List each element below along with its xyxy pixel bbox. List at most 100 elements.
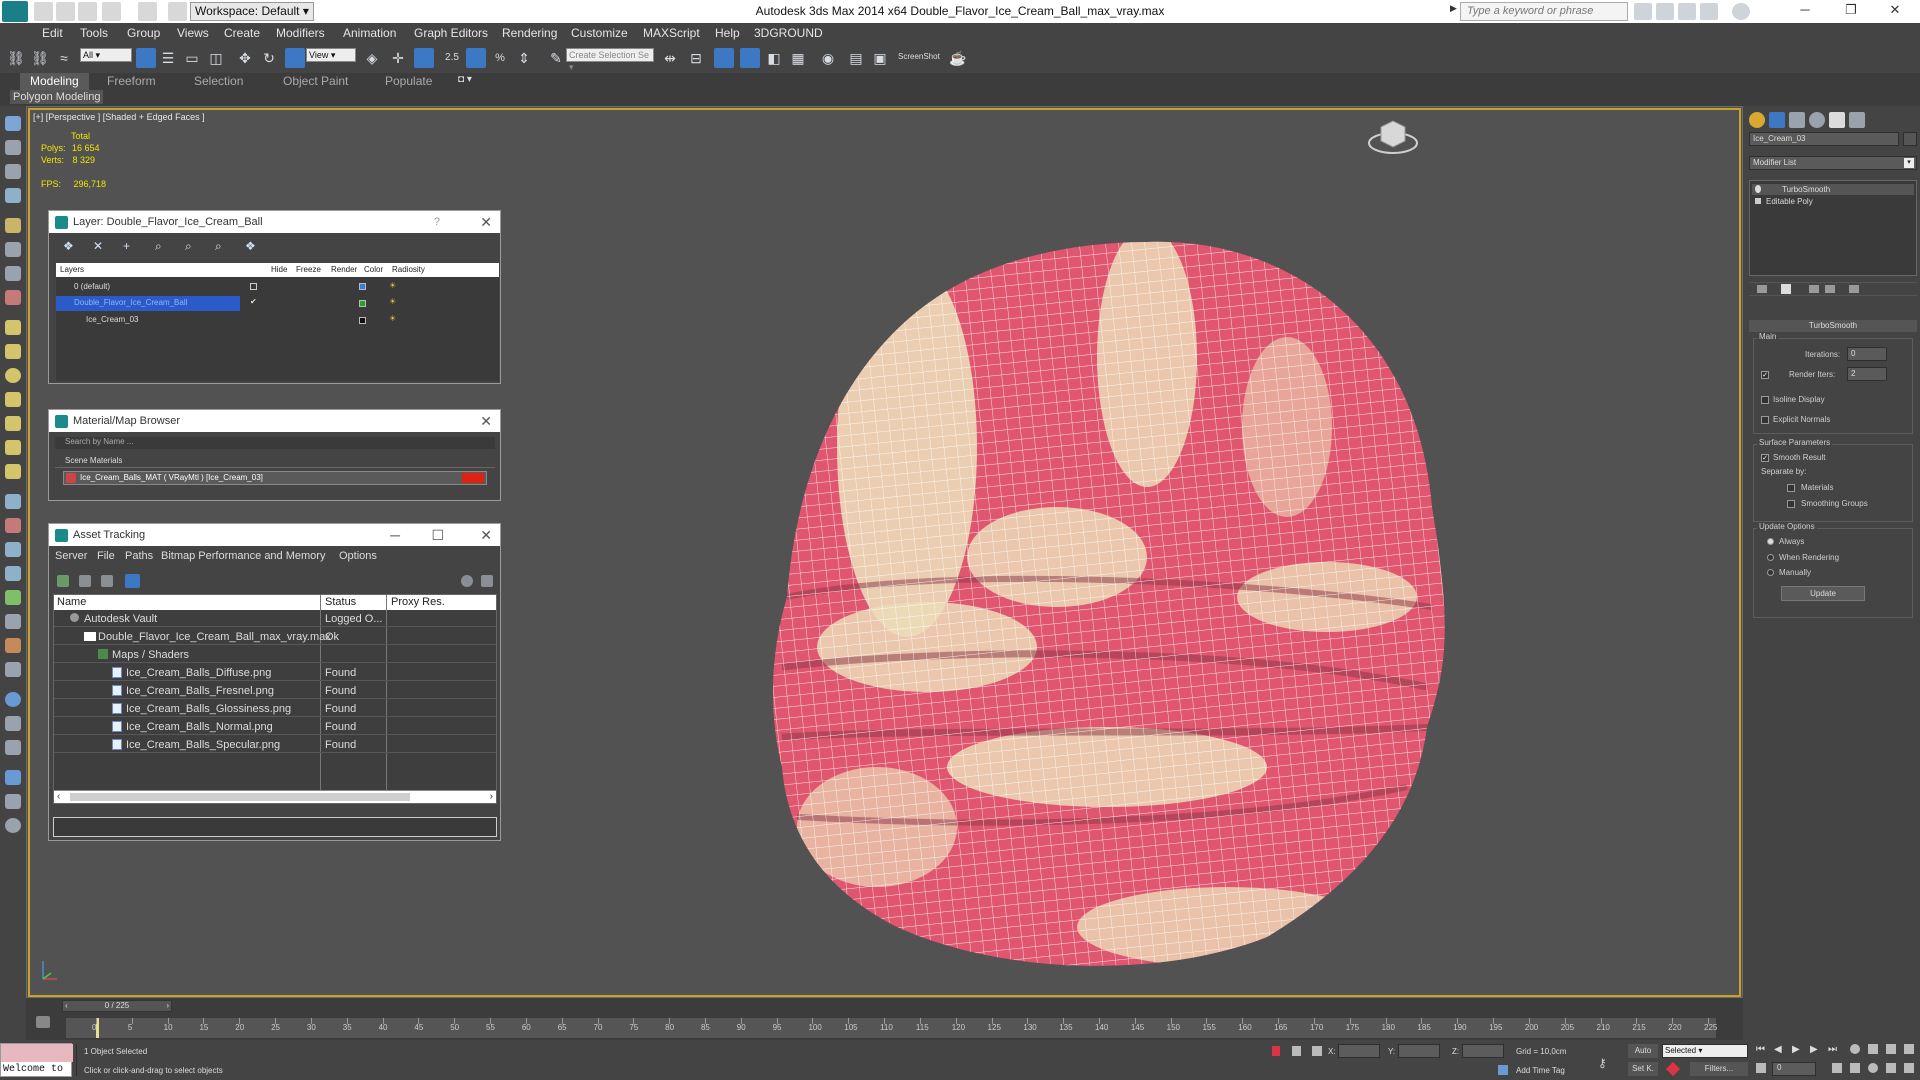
polygon-modeling-panel[interactable]: Polygon Modeling	[10, 90, 104, 104]
remove-modifier-icon[interactable]	[1825, 285, 1835, 293]
when-rendering-radio[interactable]	[1767, 554, 1774, 561]
zoom-extents-all-icon[interactable]	[1904, 1044, 1914, 1054]
ribbon-options-icon[interactable]: ◘ ▾	[458, 74, 472, 85]
asset-row[interactable]: Ice_Cream_Balls_Specular.png Found	[54, 738, 496, 753]
expand-icon[interactable]	[1755, 198, 1761, 204]
set-key-icon[interactable]: ⚷	[1598, 1056, 1607, 1070]
go-to-end-icon[interactable]: ⏭	[1828, 1044, 1837, 1055]
sphere-icon[interactable]	[5, 368, 21, 383]
layer-icon[interactable]	[5, 188, 21, 203]
info-icon[interactable]	[5, 818, 21, 833]
motion-icon[interactable]	[5, 566, 21, 581]
link-icon[interactable]: ⛓	[6, 48, 26, 68]
layer-color-swatch[interactable]	[359, 300, 366, 307]
asset-row[interactable]: Maps / Shaders	[54, 648, 496, 663]
layer-row[interactable]: Ice_Cream_03 ☀	[56, 313, 412, 328]
absolute-mode-icon[interactable]	[1312, 1046, 1322, 1056]
scroll-right-icon[interactable]: ›	[490, 791, 493, 802]
asset-row[interactable]: Ice_Cream_Balls_Glossiness.png Found	[54, 702, 496, 717]
iterations-spinner[interactable]: 0	[1847, 347, 1887, 361]
asset-settings-icon[interactable]	[481, 575, 493, 587]
select-manipulate-icon[interactable]: ✛	[388, 48, 408, 68]
schematic-view-icon[interactable]: ▦	[788, 48, 808, 68]
scroll-thumb[interactable]	[70, 793, 410, 801]
menu-views[interactable]: Views	[177, 26, 209, 40]
selection-filter-dropdown[interactable]: All ▾	[80, 48, 132, 62]
freeze-all-layers-icon[interactable]: ❖	[245, 239, 256, 253]
menu-group[interactable]: Group	[127, 26, 160, 40]
layer-manager-icon[interactable]	[714, 48, 734, 68]
search-arrow-icon[interactable]: ▶	[1450, 3, 1458, 20]
col-freeze[interactable]: Freeze	[296, 265, 321, 274]
tab-freeform[interactable]: Freeform	[107, 74, 156, 88]
render-setup-icon[interactable]: ▤	[846, 48, 866, 68]
edit-named-selection-icon[interactable]: ✎	[546, 48, 566, 68]
spinner-snap-icon[interactable]: ⇕	[514, 48, 534, 68]
layout-icon[interactable]	[5, 794, 21, 809]
next-frame-icon[interactable]: ▶	[1810, 1044, 1818, 1055]
scale-icon[interactable]	[285, 48, 305, 68]
cylinder-icon[interactable]	[5, 392, 21, 407]
asset-tracking-header[interactable]: Asset Tracking ─ ☐ ✕	[49, 524, 500, 546]
minimize-button[interactable]: ─	[1790, 2, 1820, 21]
asset-help-icon[interactable]	[461, 575, 473, 587]
mirror-icon[interactable]: ⇹	[660, 48, 680, 68]
menu-customize[interactable]: Customize	[571, 26, 628, 40]
box-icon[interactable]	[5, 320, 21, 335]
motion-tab-icon[interactable]	[1809, 112, 1825, 128]
key-mode-icon[interactable]	[1665, 1061, 1681, 1077]
display-icon[interactable]	[5, 590, 21, 605]
asset-close-icon[interactable]: ✕	[480, 524, 492, 546]
table-view-icon[interactable]	[125, 574, 140, 588]
modifier-stack-item[interactable]: Editable Poly	[1752, 196, 1914, 207]
auto-key-button[interactable]: Auto	[1628, 1044, 1658, 1058]
ice-cream-ball-model[interactable]	[727, 127, 1567, 987]
modifiers-icon[interactable]	[5, 518, 21, 533]
isoline-display-checkbox[interactable]	[1761, 396, 1769, 404]
search-input[interactable]: Type a keyword or phrase	[1460, 2, 1628, 21]
window-crossing-icon[interactable]: ◫	[206, 48, 226, 68]
asset-path-input[interactable]	[53, 817, 497, 837]
menu-animation[interactable]: Animation	[343, 26, 396, 40]
menu-rendering[interactable]: Rendering	[502, 26, 557, 40]
asset-menu-bitmap-performance[interactable]: Bitmap Performance and Memory	[161, 550, 325, 562]
col-name[interactable]: Name	[57, 596, 86, 608]
asset-row[interactable]: Ice_Cream_Balls_Normal.png Found	[54, 720, 496, 735]
asset-minimize-icon[interactable]: ─	[390, 524, 400, 546]
add-to-layer-icon[interactable]: +	[123, 239, 130, 253]
scroll-left-icon[interactable]: ‹	[57, 791, 60, 802]
rectangular-selection-icon[interactable]: ▭	[182, 48, 202, 68]
hierarchy-icon[interactable]	[5, 542, 21, 557]
detail-view-icon[interactable]	[101, 575, 113, 587]
graphite-icon[interactable]	[5, 140, 21, 155]
menu-3dground[interactable]: 3DGROUND	[754, 26, 823, 40]
layer-color-swatch[interactable]	[359, 317, 366, 324]
help-icon[interactable]	[1732, 3, 1750, 20]
settings-icon[interactable]	[5, 740, 21, 755]
col-layers[interactable]: Layers	[60, 265, 84, 274]
bind-space-warp-icon[interactable]: ≈	[54, 48, 74, 68]
zoom-icon[interactable]	[1850, 1044, 1860, 1054]
separate-materials-checkbox[interactable]	[1787, 484, 1795, 492]
move-icon[interactable]: ✥	[235, 48, 255, 68]
asset-maximize-icon[interactable]: ☐	[431, 524, 444, 546]
lights-icon[interactable]	[5, 218, 21, 233]
isolate-selection-icon[interactable]	[1272, 1046, 1280, 1056]
select-object-icon[interactable]	[136, 48, 156, 68]
render-production-icon[interactable]: ☕	[948, 48, 968, 68]
screenshot-label[interactable]: ScreenShot	[898, 52, 940, 61]
snaps-toggle-icon[interactable]: 2.5	[442, 48, 462, 68]
zoom-all-icon[interactable]	[1868, 1044, 1878, 1054]
turbosmooth-rollout-header[interactable]: TurboSmooth	[1749, 320, 1917, 332]
asset-row[interactable]: Ice_Cream_Balls_Fresnel.png Found	[54, 684, 496, 699]
viewcube-icon[interactable]	[1367, 115, 1419, 155]
viewport-label[interactable]: [+] [Perspective ] [Shaded + Edged Faces…	[33, 112, 205, 122]
key-selection-dropdown[interactable]: Selected ▾	[1662, 1044, 1748, 1058]
asset-menu-paths[interactable]: Paths	[125, 550, 153, 562]
select-in-layer-icon[interactable]: ⌕	[155, 239, 162, 254]
cone-icon[interactable]	[5, 344, 21, 359]
material-search-input[interactable]: Search by Name ...	[55, 437, 495, 449]
angle-snap-icon[interactable]	[466, 48, 486, 68]
create-tab-icon[interactable]	[1749, 112, 1765, 128]
reference-coordinate-dropdown[interactable]: View ▾	[306, 48, 356, 62]
